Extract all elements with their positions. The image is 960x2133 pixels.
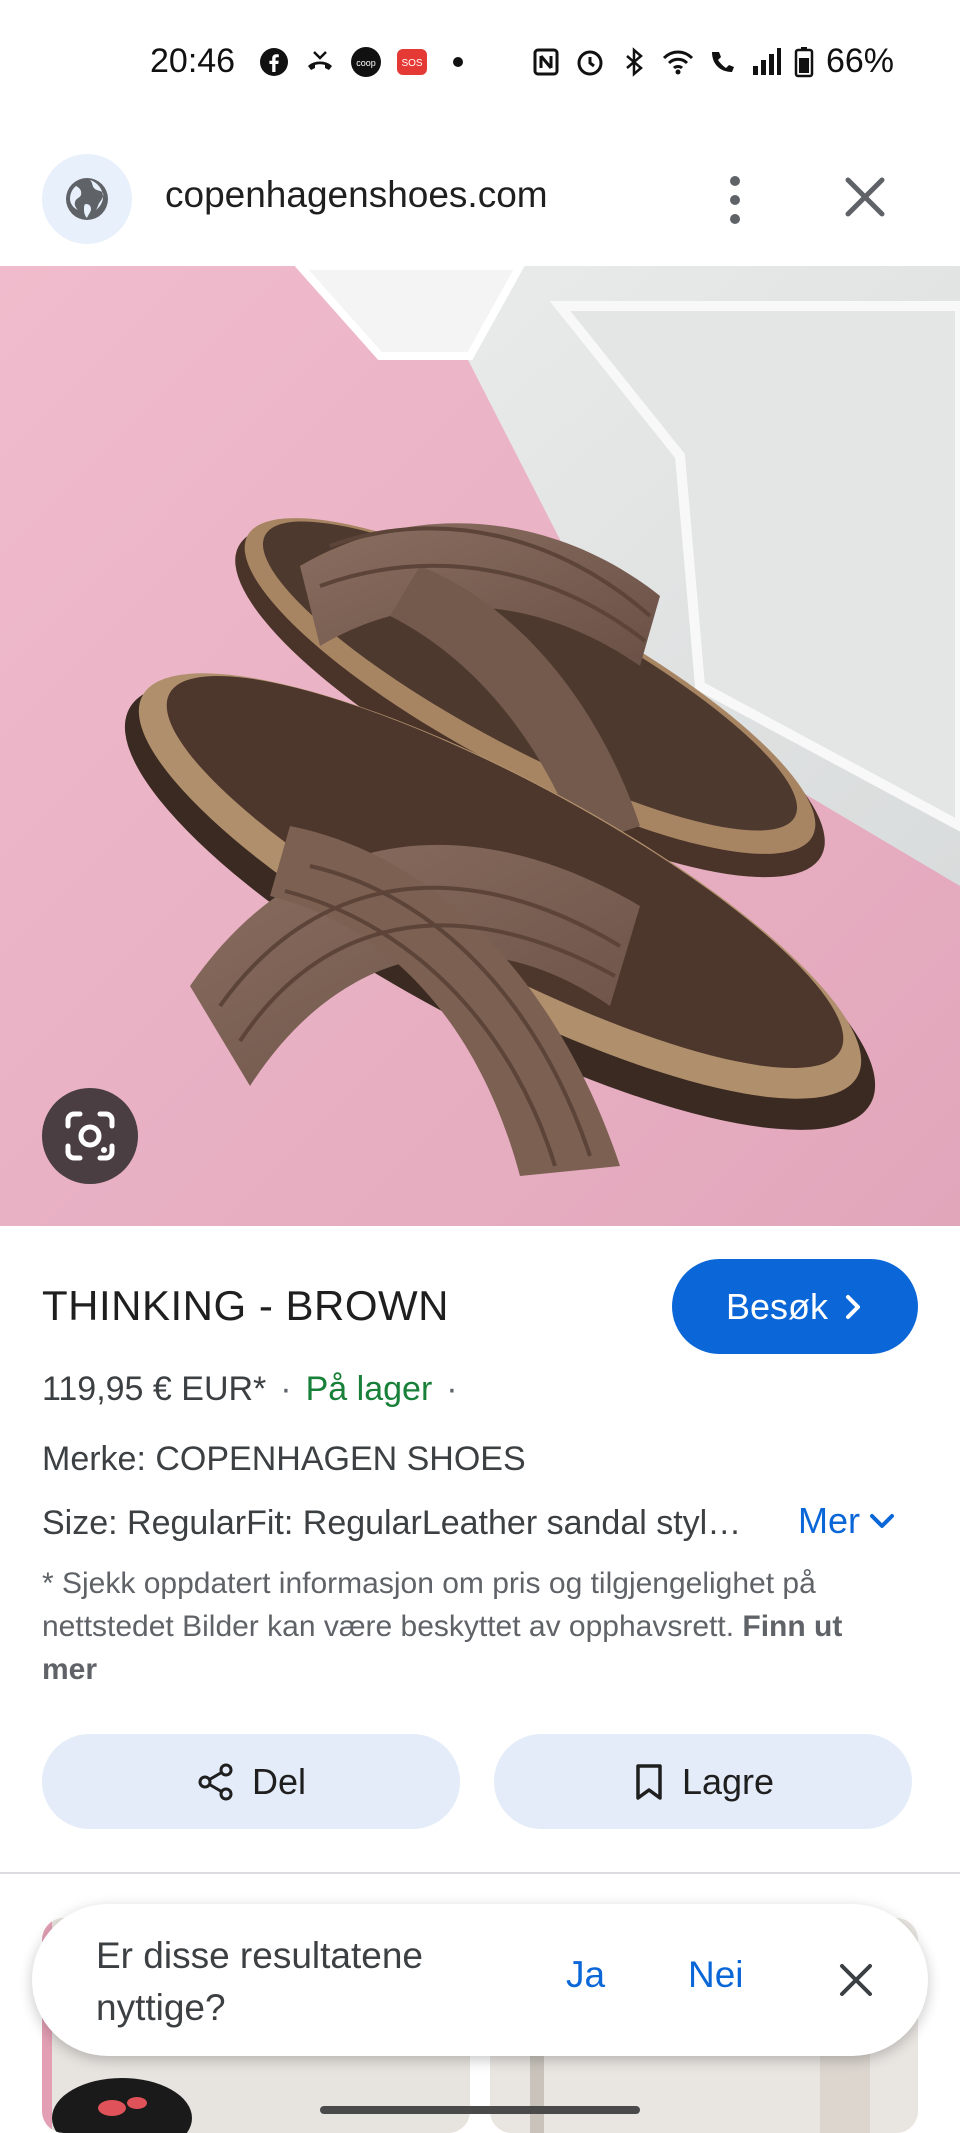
- chevron-right-icon: [846, 1294, 861, 1319]
- product-image[interactable]: [0, 266, 960, 1226]
- share-icon: [198, 1763, 233, 1800]
- status-right-icons: 66%: [530, 42, 894, 81]
- brand-line: Merke: COPENHAGEN SHOES: [42, 1440, 526, 1478]
- dot-icon: [730, 214, 740, 224]
- feedback-yes-button[interactable]: Ja: [566, 1954, 605, 1996]
- globe-icon: [66, 178, 108, 220]
- sos-icon: SOS: [397, 49, 427, 75]
- svg-text:coop: coop: [356, 58, 376, 68]
- chevron-down-icon: [870, 1514, 894, 1528]
- google-lens-button[interactable]: [42, 1088, 138, 1184]
- alarm-icon: [577, 50, 603, 75]
- dot-icon: [453, 57, 463, 67]
- signal-icon: [752, 47, 781, 75]
- lens-icon: [65, 1111, 115, 1161]
- wifi-icon: [662, 50, 693, 74]
- browser-url-bar: copenhagenshoes.com: [0, 150, 960, 266]
- description-line: Size: RegularFit: RegularLeather sandal …: [42, 1504, 742, 1542]
- site-info-button[interactable]: [42, 154, 132, 244]
- save-button[interactable]: Lagre: [494, 1734, 912, 1829]
- share-button-label: Del: [251, 1760, 307, 1802]
- status-bar: 20:46 coop SOS 66%: [0, 0, 960, 130]
- bookmark-icon: [636, 1763, 662, 1800]
- price: 119,95 € EUR*: [42, 1370, 267, 1408]
- feedback-question: Er disse resultatene nyttige?: [96, 1935, 424, 2028]
- feedback-prompt: Er disse resultatene nyttige? Ja Nei: [32, 1904, 928, 2056]
- wifi-call-icon: [711, 51, 734, 72]
- status-left-icons: coop SOS: [258, 46, 474, 78]
- save-button-label: Lagre: [681, 1760, 775, 1802]
- feedback-no-button[interactable]: Nei: [688, 1954, 744, 1996]
- coop-icon: coop: [351, 47, 381, 77]
- product-title: THINKING - BROWN: [42, 1282, 449, 1329]
- missed-call-icon: [308, 51, 332, 70]
- dot-icon: [730, 195, 740, 205]
- battery-icon: [794, 46, 814, 77]
- dot-icon: [730, 176, 740, 186]
- more-button-label: Mer: [798, 1500, 860, 1541]
- visit-button-label: Besøk: [725, 1285, 829, 1327]
- sandal-photo: [0, 266, 960, 1226]
- close-icon[interactable]: [832, 1956, 880, 2004]
- home-indicator[interactable]: [320, 2106, 640, 2114]
- separator: ·: [446, 1370, 458, 1408]
- separator: ·: [280, 1370, 292, 1408]
- close-icon[interactable]: [838, 170, 892, 224]
- disclaimer-text: * Sjekk oppdatert informasjon om pris og…: [42, 1567, 816, 1643]
- facebook-icon: [260, 48, 288, 76]
- more-button[interactable]: Mer: [798, 1500, 896, 1542]
- stock-status: På lager: [305, 1370, 433, 1408]
- status-time: 20:46: [150, 42, 236, 80]
- battery-percentage: 66%: [825, 42, 894, 80]
- share-button[interactable]: Del: [42, 1734, 460, 1829]
- nfc-icon: [533, 48, 559, 75]
- url-text[interactable]: copenhagenshoes.com: [165, 174, 548, 216]
- bluetooth-icon: [626, 46, 643, 77]
- visit-button[interactable]: Besøk: [672, 1259, 918, 1354]
- disclaimer: * Sjekk oppdatert informasjon om pris og…: [42, 1562, 902, 1691]
- divider: [0, 1872, 960, 1874]
- svg-text:SOS: SOS: [401, 58, 422, 69]
- more-options-button[interactable]: [715, 172, 755, 228]
- price-line: 119,95 € EUR* · På lager ·: [42, 1370, 458, 1409]
